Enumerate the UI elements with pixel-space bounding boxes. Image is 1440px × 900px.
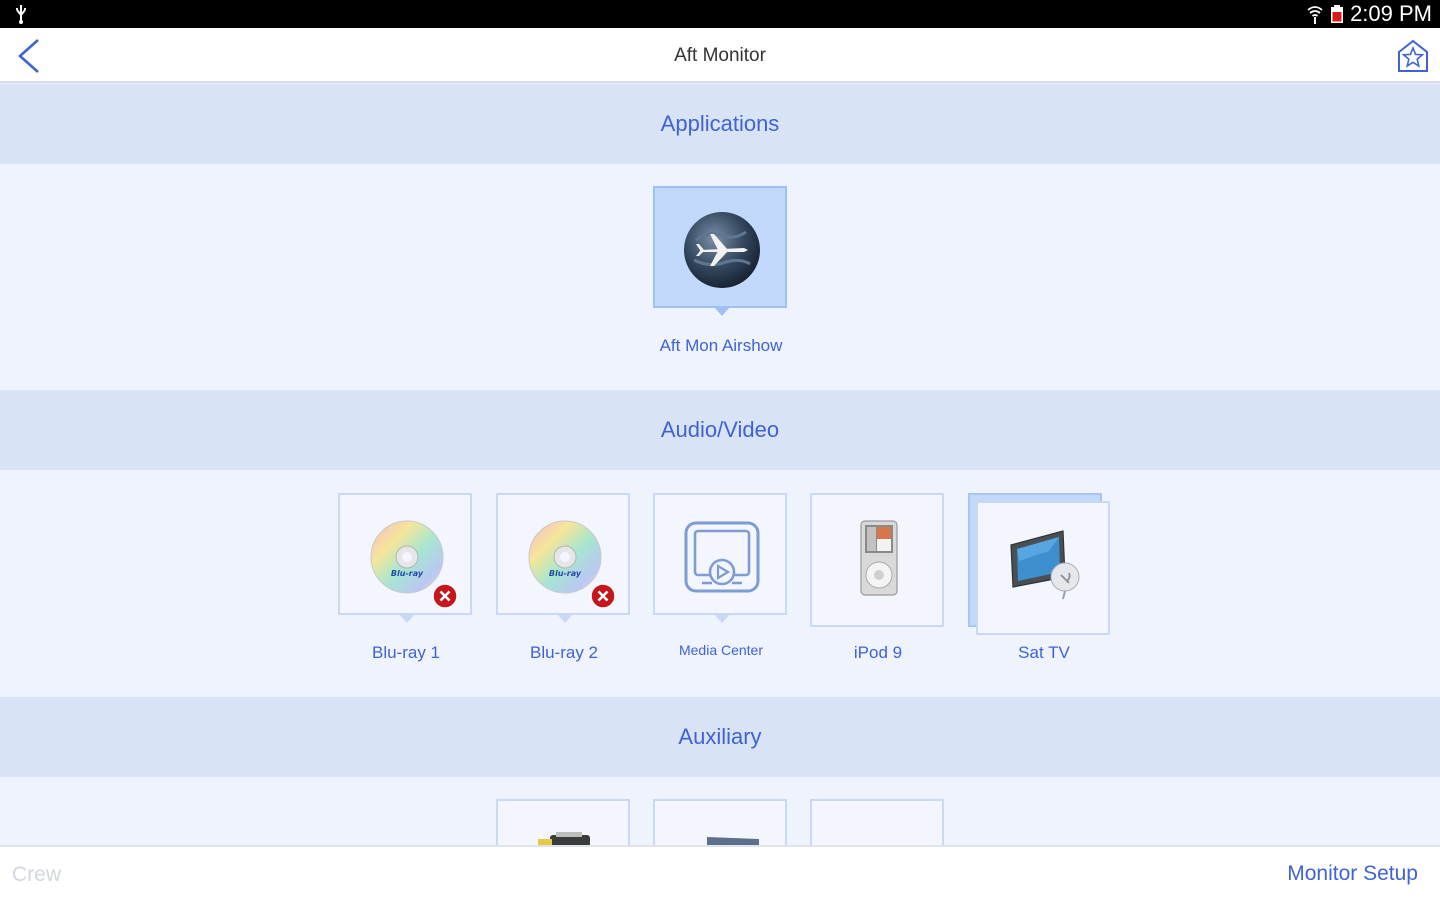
tile-bluray-1[interactable]: Blu-ray Blu-ray 1 xyxy=(338,493,474,662)
section-header-auxiliary: Auxiliary xyxy=(0,697,1440,777)
svg-text:Blu-ray: Blu-ray xyxy=(391,569,424,578)
section-title: Auxiliary xyxy=(678,724,762,749)
tile-aux-laptop[interactable] xyxy=(653,799,787,847)
tile-aux-blank[interactable] xyxy=(810,799,944,845)
tile-media-center[interactable]: Media Center xyxy=(653,493,789,658)
aux-laptop-icon xyxy=(707,837,759,847)
tile-sat-tv[interactable]: Sat TV xyxy=(968,493,1112,662)
tile-label: Sat TV xyxy=(1018,643,1070,662)
bottom-bar: Crew Monitor Setup xyxy=(0,845,1440,900)
aux-device-icon xyxy=(538,832,590,847)
error-badge-icon xyxy=(590,583,616,609)
tile-pointer xyxy=(714,614,730,623)
tile-pointer xyxy=(557,614,573,623)
page-title: Aft Monitor xyxy=(674,45,766,66)
tile-box: Blu-ray xyxy=(338,493,472,623)
tile-aux-device[interactable] xyxy=(496,799,630,847)
tile-aft-mon-airshow[interactable]: Aft Mon Airshow xyxy=(653,186,789,355)
section-title: Applications xyxy=(660,111,780,136)
tile-box: Blu-ray xyxy=(496,493,630,623)
status-bar: 2:09 PM xyxy=(0,0,1440,28)
section-title: Audio/Video xyxy=(660,417,780,442)
media-center-icon xyxy=(684,521,760,593)
usb-icon xyxy=(16,5,26,24)
tile-box xyxy=(976,501,1110,635)
monitor-setup-button[interactable]: Monitor Setup xyxy=(1287,862,1418,886)
section-header-applications: Applications xyxy=(0,84,1440,164)
tile-box xyxy=(653,186,787,316)
wifi-icon xyxy=(1307,6,1323,24)
tile-ipod-9[interactable]: iPod 9 xyxy=(810,493,946,662)
tile-pointer xyxy=(714,307,730,316)
tile-box xyxy=(810,493,944,627)
error-badge-icon xyxy=(432,583,458,609)
battery-icon xyxy=(1331,5,1344,23)
ipod-icon xyxy=(860,520,898,596)
section-header-audio-video: Audio/Video xyxy=(0,390,1440,470)
action-bar: Aft Monitor xyxy=(0,28,1440,83)
crew-button[interactable]: Crew xyxy=(12,863,61,887)
sat-tv-icon xyxy=(1010,530,1080,600)
favorite-home-icon[interactable] xyxy=(1396,38,1430,74)
tile-box xyxy=(653,493,787,623)
tile-bluray-2[interactable]: Blu-ray Blu-ray 2 xyxy=(496,493,632,662)
tile-pointer xyxy=(399,614,415,623)
tile-label: Aft Mon Airshow xyxy=(659,336,783,355)
status-time: 2:09 PM xyxy=(1350,1,1432,26)
svg-text:Blu-ray: Blu-ray xyxy=(549,569,582,578)
airshow-globe-icon xyxy=(684,212,760,288)
